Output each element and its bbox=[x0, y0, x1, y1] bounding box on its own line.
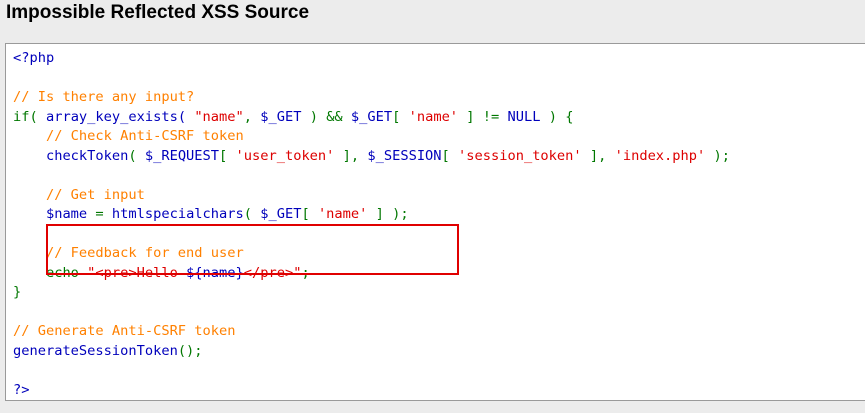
code-comment: // Check Anti-CSRF token bbox=[13, 128, 244, 144]
page-title: Impossible Reflected XSS Source bbox=[6, 2, 310, 23]
code-line-9: $name = htmlspecialchars( $_GET[ 'name' … bbox=[13, 206, 409, 222]
php-close-tag: ?> bbox=[13, 381, 30, 398]
code-line-3: // Is there any input? bbox=[13, 88, 730, 108]
code-line-11: // Feedback for end user bbox=[13, 244, 730, 264]
page: Impossible Reflected XSS Source <?php // … bbox=[0, 0, 865, 413]
code-line-15: // Generate Anti-CSRF token bbox=[13, 322, 730, 342]
code-line-18: ?> bbox=[13, 381, 730, 401]
code-line-5: // Check Anti-CSRF token bbox=[13, 127, 730, 147]
code-comment: // Get input bbox=[13, 186, 145, 203]
code-comment: // Feedback for end user bbox=[13, 245, 244, 261]
code-line-12: echo "<pre>Hello ${name}</pre>"; bbox=[13, 264, 310, 281]
source-code-panel: <?php // Is there any input? if( array_key… bbox=[5, 43, 865, 401]
source-code: <?php // Is there any input? if( array_key… bbox=[13, 49, 730, 400]
code-line-13: } bbox=[13, 284, 22, 300]
code-comment: // Is there any input? bbox=[13, 89, 195, 105]
code-line-4: if( array_key_exists( "name", $_GET ) &&… bbox=[13, 108, 574, 125]
code-line-1: <?php bbox=[13, 49, 730, 69]
php-open-tag: <?php bbox=[13, 50, 55, 66]
code-comment: // Generate Anti-CSRF token bbox=[13, 323, 236, 339]
code-line-16: generateSessionToken(); bbox=[13, 342, 203, 359]
code-line-8: // Get input bbox=[13, 186, 730, 206]
code-line-6: checkToken( $_REQUEST[ 'user_token' ], $… bbox=[13, 147, 730, 164]
